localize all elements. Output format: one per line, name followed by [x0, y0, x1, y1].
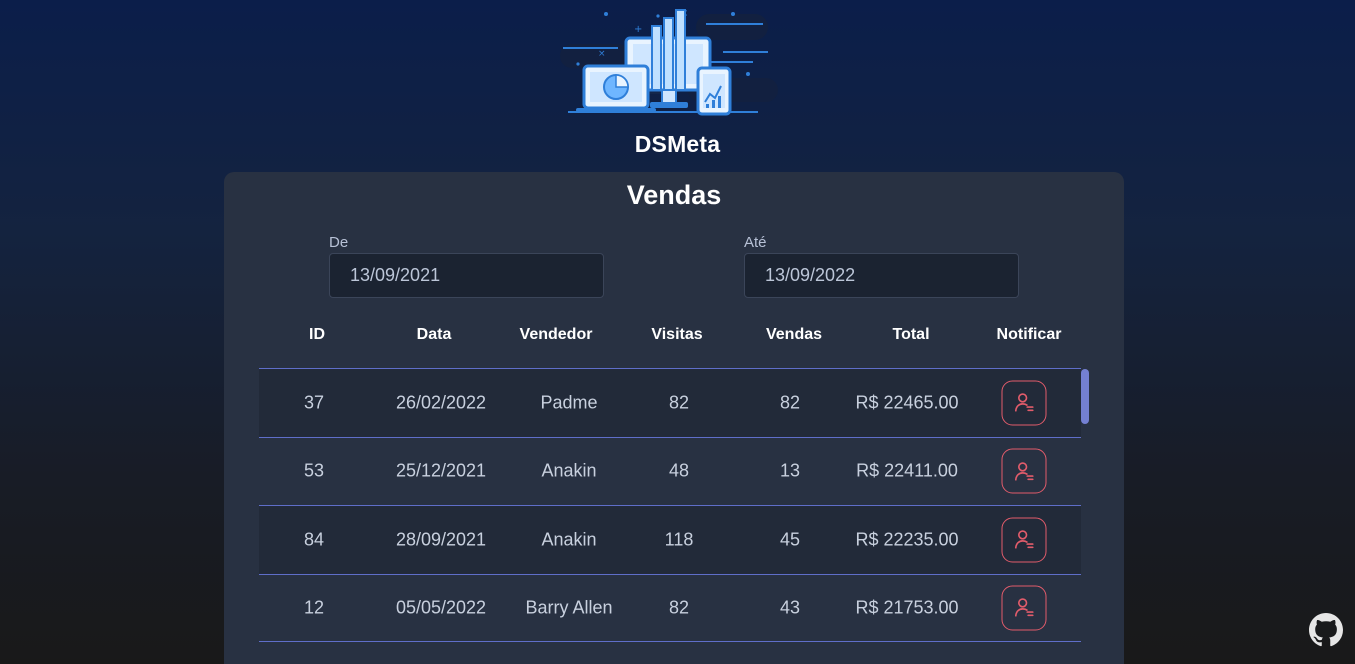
cell-total: R$ 22235.00: [855, 529, 959, 550]
table-row: 12 05/05/2022 Barry Allen 82 43 R$ 21753…: [259, 573, 1081, 642]
table-header: ID Data Vendedor Visitas Vendas Total No…: [259, 326, 1091, 348]
github-link[interactable]: [1309, 613, 1343, 647]
to-date-label: Até: [744, 234, 767, 251]
table-row: 84 28/09/2021 Anakin 118 45 R$ 22235.00: [259, 505, 1081, 574]
header-date: Data: [416, 326, 452, 343]
cell-sales: 45: [779, 529, 801, 550]
sales-card: Vendas De Até ID Data Vendedor Visitas V…: [224, 172, 1124, 664]
cell-id: 37: [303, 392, 325, 413]
cell-seller: Barry Allen: [525, 597, 613, 618]
cell-visits: 118: [664, 529, 694, 550]
scrollbar-thumb[interactable]: [1081, 369, 1089, 424]
notify-button[interactable]: [1001, 448, 1047, 494]
header-seller: Vendedor: [519, 326, 593, 343]
header-total: Total: [892, 326, 930, 343]
cell-date: 26/02/2022: [395, 392, 487, 413]
from-date-input[interactable]: [329, 253, 604, 298]
notify-button[interactable]: [1001, 380, 1047, 426]
cell-id: 53: [303, 460, 325, 481]
github-icon: [1309, 613, 1343, 647]
cell-date: 25/12/2021: [395, 460, 487, 481]
svg-text:×: ×: [598, 49, 606, 59]
cell-seller: Anakin: [541, 529, 597, 550]
notify-user-icon: [1014, 598, 1034, 617]
notify-user-icon: [1014, 393, 1034, 412]
cell-sales: 82: [779, 392, 801, 413]
cell-date: 28/09/2021: [395, 529, 487, 550]
from-date-label: De: [329, 234, 349, 251]
card-title: Vendas: [626, 180, 722, 210]
cell-visits: 48: [668, 460, 690, 481]
notify-button[interactable]: [1001, 517, 1047, 563]
cell-id: 12: [303, 597, 325, 618]
notify-button[interactable]: [1001, 585, 1047, 631]
sales-table-body: 37 26/02/2022 Padme 82 82 R$ 22465.00 53…: [259, 368, 1081, 642]
cell-visits: 82: [668, 392, 690, 413]
page-header: + × × DSMeta: [0, 0, 1355, 172]
brand-title: DSMeta: [634, 131, 721, 157]
cell-id: 84: [303, 529, 325, 550]
notify-user-icon: [1014, 530, 1034, 549]
header-notify: Notificar: [996, 326, 1062, 343]
header-visits: Visitas: [651, 326, 703, 343]
logo-icon: + × ×: [559, 8, 778, 116]
cell-date: 05/05/2022: [395, 597, 487, 618]
cell-total: R$ 22411.00: [856, 460, 958, 481]
table-scrollbar[interactable]: [1081, 369, 1089, 649]
notify-user-icon: [1014, 461, 1034, 481]
to-date-input[interactable]: [744, 253, 1019, 298]
cell-total: R$ 21753.00: [855, 597, 959, 618]
table-row: 37 26/02/2022 Padme 82 82 R$ 22465.00: [259, 368, 1081, 437]
table-row: 53 25/12/2021 Anakin 48 13 R$ 22411.00: [259, 436, 1081, 505]
cell-total: R$ 22465.00: [855, 392, 959, 413]
cell-sales: 13: [779, 460, 801, 481]
cell-seller: Anakin: [541, 460, 597, 481]
cell-seller: Padme: [540, 392, 598, 413]
header-sales: Vendas: [765, 326, 823, 343]
cell-visits: 82: [668, 597, 690, 618]
header-id: ID: [309, 326, 325, 343]
cell-sales: 43: [779, 597, 801, 618]
svg-text:+: +: [634, 24, 642, 35]
